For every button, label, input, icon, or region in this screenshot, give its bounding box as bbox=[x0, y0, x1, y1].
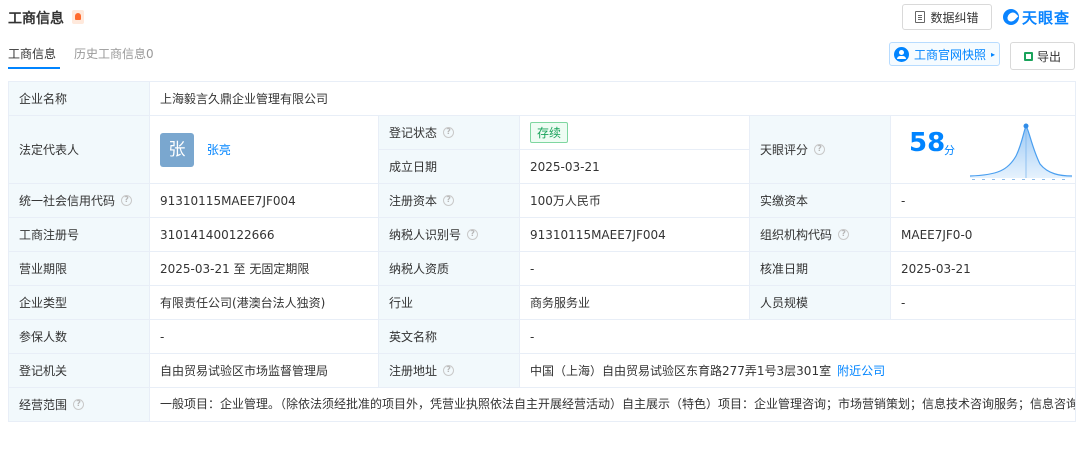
credit-code-label: 统一社会信用代码 bbox=[19, 194, 116, 208]
paid-capital-label: 实缴资本 bbox=[749, 183, 891, 218]
help-icon[interactable] bbox=[121, 195, 133, 206]
help-icon[interactable] bbox=[467, 229, 479, 240]
reg-capital: 100万人民币 bbox=[519, 183, 750, 218]
data-correction-button[interactable]: 数据纠错 bbox=[902, 4, 992, 30]
score-unit: 分 bbox=[944, 144, 955, 157]
business-info-table: 企业名称 上海毅言久鼎企业管理有限公司 法定代表人 张 张亮 登记状态 存续 天… bbox=[8, 81, 1077, 422]
taxpayer-qual-label: 纳税人资质 bbox=[378, 251, 520, 286]
insured: - bbox=[149, 319, 379, 354]
tab-business-info[interactable]: 工商信息 bbox=[8, 45, 56, 67]
paid-capital: - bbox=[889, 183, 1077, 218]
term: 2025-03-21 至 无固定期限 bbox=[149, 251, 379, 286]
help-icon[interactable] bbox=[838, 229, 850, 240]
score-label: 天眼评分 bbox=[760, 143, 809, 157]
score-cell[interactable]: 58 分 bbox=[889, 115, 1077, 184]
company-type: 有限责任公司(港澳台法人独资) bbox=[149, 285, 379, 320]
export-icon bbox=[1023, 51, 1033, 61]
reg-number: 310141400122666 bbox=[149, 217, 379, 252]
reg-capital-label-cell: 注册资本 bbox=[378, 183, 520, 218]
table-row: 法定代表人 张 张亮 登记状态 存续 天眼评分 58 分 bbox=[8, 115, 1077, 184]
notification-bell-icon[interactable] bbox=[72, 10, 84, 24]
type-label: 企业类型 bbox=[8, 285, 150, 320]
approval-date: 2025-03-21 bbox=[889, 251, 1077, 286]
data-correction-label: 数据纠错 bbox=[930, 10, 979, 25]
avatar[interactable]: 张 bbox=[160, 132, 194, 167]
industry-label: 行业 bbox=[378, 285, 520, 320]
brand-logo[interactable]: 天眼查 bbox=[1003, 6, 1070, 28]
reg-number-label: 工商注册号 bbox=[8, 217, 150, 252]
scope-label-cell: 经营范围 bbox=[8, 387, 150, 422]
export-label: 导出 bbox=[1036, 49, 1061, 64]
reg-status-label: 登记状态 bbox=[389, 126, 438, 140]
est-date-label: 成立日期 bbox=[378, 149, 520, 184]
approval-date-label: 核准日期 bbox=[749, 251, 891, 286]
official-snapshot-label: 工商官网快照 bbox=[913, 47, 986, 62]
org-code-label: 组织机构代码 bbox=[760, 228, 833, 242]
org-code-label-cell: 组织机构代码 bbox=[749, 217, 891, 252]
tab-history-business-info[interactable]: 历史工商信息0 bbox=[74, 45, 154, 67]
table-row: 企业名称 上海毅言久鼎企业管理有限公司 bbox=[8, 81, 1077, 116]
taxpayer-id: 91310115MAEE7JF004 bbox=[519, 217, 750, 252]
english-name: - bbox=[518, 319, 1077, 354]
brand-name: 天眼查 bbox=[1022, 8, 1071, 27]
table-row: 工商注册号 310141400122666 纳税人识别号 91310115MAE… bbox=[8, 217, 1077, 252]
help-icon[interactable] bbox=[73, 399, 85, 410]
company-name-label: 企业名称 bbox=[8, 81, 150, 116]
user-icon bbox=[893, 46, 909, 62]
help-icon[interactable] bbox=[443, 195, 455, 206]
reg-status-label-cell: 登记状态 bbox=[378, 115, 520, 150]
document-icon bbox=[915, 11, 926, 23]
legal-rep-cell: 张 张亮 bbox=[149, 115, 379, 184]
term-label: 营业期限 bbox=[8, 251, 150, 286]
help-icon[interactable] bbox=[443, 127, 455, 138]
table-row: 统一社会信用代码 91310115MAEE7JF004 注册资本 100万人民币… bbox=[8, 183, 1077, 218]
score-label-cell: 天眼评分 bbox=[749, 115, 891, 184]
est-date: 2025-03-21 bbox=[519, 149, 750, 184]
score-value: 58 bbox=[909, 128, 946, 158]
taxpayer-id-label: 纳税人识别号 bbox=[389, 228, 462, 242]
authority-label: 登记机关 bbox=[8, 353, 150, 388]
credit-code: 91310115MAEE7JF004 bbox=[149, 183, 379, 218]
section-title: 工商信息 bbox=[8, 11, 64, 27]
org-code: MAEE7JF0-0 bbox=[889, 217, 1077, 252]
chevron-right-icon: ▸ bbox=[991, 49, 996, 59]
status-badge: 存续 bbox=[530, 122, 569, 143]
address-cell: 中国（上海）自由贸易试验区东育路277弄1号3层301室 附近公司 bbox=[518, 353, 1077, 388]
staff-size: - bbox=[889, 285, 1077, 320]
address: 中国（上海）自由贸易试验区东育路277弄1号3层301室 bbox=[530, 364, 832, 378]
taxpayer-qual: - bbox=[519, 251, 750, 286]
tianyancha-logo-icon bbox=[1003, 9, 1019, 25]
nearby-companies-link[interactable]: 附近公司 bbox=[837, 364, 885, 378]
insured-label: 参保人数 bbox=[8, 319, 150, 354]
table-row: 参保人数 - 英文名称 - bbox=[8, 319, 1077, 354]
table-row: 登记机关 自由贸易试验区市场监督管理局 注册地址 中国（上海）自由贸易试验区东育… bbox=[8, 353, 1077, 388]
staff-size-label: 人员规模 bbox=[749, 285, 891, 320]
business-scope: 一般项目：企业管理。（除依法须经批准的项目外，凭营业执照依法自主开展经营活动）自… bbox=[148, 387, 1077, 422]
taxpayer-id-label-cell: 纳税人识别号 bbox=[378, 217, 520, 252]
table-row: 经营范围 一般项目：企业管理。（除依法须经批准的项目外，凭营业执照依法自主开展经… bbox=[8, 387, 1077, 422]
reg-capital-label: 注册资本 bbox=[389, 194, 438, 208]
table-row: 营业期限 2025-03-21 至 无固定期限 纳税人资质 - 核准日期 202… bbox=[8, 251, 1077, 286]
export-button[interactable]: 导出 bbox=[1010, 42, 1075, 70]
industry: 商务服务业 bbox=[519, 285, 750, 320]
active-tab-indicator bbox=[8, 67, 60, 69]
legal-rep-label: 法定代表人 bbox=[8, 115, 150, 184]
score-distribution-chart bbox=[969, 123, 1073, 180]
table-row: 企业类型 有限责任公司(港澳台法人独资) 行业 商务服务业 人员规模 - bbox=[8, 285, 1077, 320]
address-label-cell: 注册地址 bbox=[378, 353, 520, 388]
company-name: 上海毅言久鼎企业管理有限公司 bbox=[148, 81, 1077, 116]
legal-rep-name-link[interactable]: 张亮 bbox=[207, 141, 231, 158]
authority: 自由贸易试验区市场监督管理局 bbox=[149, 353, 379, 388]
reg-status-cell: 存续 bbox=[519, 115, 750, 150]
help-icon[interactable] bbox=[814, 144, 826, 155]
credit-code-label-cell: 统一社会信用代码 bbox=[8, 183, 150, 218]
scope-label: 经营范围 bbox=[19, 398, 68, 412]
section-header: 工商信息 数据纠错 天眼查 bbox=[0, 0, 1080, 34]
tab-bar: 工商信息 历史工商信息0 bbox=[8, 45, 154, 67]
english-name-label: 英文名称 bbox=[378, 319, 520, 354]
help-icon[interactable] bbox=[443, 365, 455, 376]
official-snapshot-button[interactable]: 工商官网快照 ▸ bbox=[889, 42, 1000, 66]
address-label: 注册地址 bbox=[389, 364, 438, 378]
